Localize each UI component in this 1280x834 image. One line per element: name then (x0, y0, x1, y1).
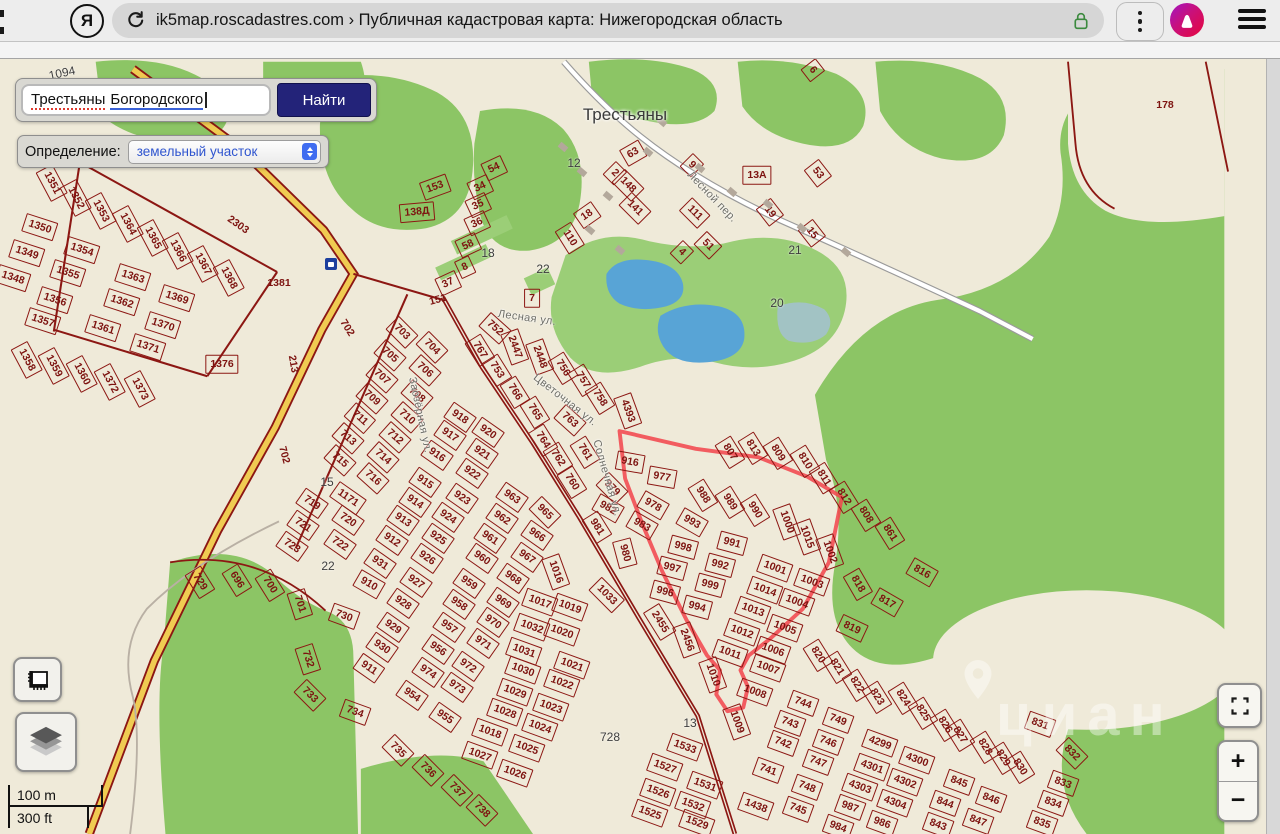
area-label: 22 (532, 260, 553, 278)
zoom-out-button[interactable]: − (1219, 782, 1257, 821)
alice-assistant-icon[interactable] (1170, 3, 1204, 37)
map-right-scroll-strip[interactable] (1266, 58, 1280, 834)
forest-area (738, 60, 866, 146)
fullscreen-icon (1230, 696, 1250, 716)
zoom-controls: + − (1217, 740, 1259, 822)
filter-panel: Определение: земельный участок (17, 135, 329, 168)
parcel-label[interactable]: 178 (1155, 99, 1175, 112)
layers-button[interactable] (15, 712, 77, 772)
scale-imperial: 300 ft (8, 807, 89, 828)
forest-area (875, 61, 1005, 161)
kebab-dot (1138, 28, 1143, 33)
object-type-select[interactable]: земельный участок (128, 140, 321, 164)
parcel-label[interactable]: 1376 (205, 355, 238, 374)
browser-menu-button[interactable] (1116, 2, 1164, 41)
measure-tool-button[interactable] (13, 657, 62, 702)
zoom-in-button[interactable]: + (1219, 742, 1257, 782)
area-label: 22 (317, 557, 338, 575)
search-query-word: Богородского (110, 91, 203, 110)
cadastral-map-canvas[interactable]: 1094135113521353136413651366136713681350… (0, 58, 1280, 834)
pond (658, 305, 745, 363)
clearing-area (933, 590, 1240, 730)
area-label: 728 (596, 728, 624, 746)
scale-metric: 100 m (8, 785, 103, 807)
yandex-logo[interactable]: Я (70, 4, 104, 38)
page-top-strip (0, 41, 1280, 59)
hamburger-menu-icon[interactable] (1238, 9, 1266, 29)
clearing-area (1068, 62, 1224, 222)
hamburger-bar (1238, 9, 1266, 13)
parcel-label[interactable]: 7 (524, 289, 540, 308)
settlement-label: Трестьяны (583, 105, 667, 125)
area-label: 21 (784, 241, 805, 259)
url-text: ik5map.roscadastres.com › Публичная када… (156, 11, 783, 30)
area-label: 18 (477, 244, 498, 262)
fullscreen-button[interactable] (1217, 683, 1262, 728)
window-edge-mark (0, 10, 4, 17)
search-query-word: Трестьяны (31, 91, 105, 110)
window-edge-mark (0, 27, 4, 34)
layers-icon (24, 722, 68, 762)
search-panel: Трестьяны Богородского Найти (15, 78, 377, 122)
hamburger-bar (1238, 25, 1266, 29)
parcel-label[interactable]: 1381 (266, 277, 291, 290)
hamburger-bar (1238, 17, 1266, 21)
kebab-dot (1138, 19, 1143, 24)
text-cursor (205, 92, 207, 108)
parcel-label[interactable]: 13А (742, 166, 771, 185)
parcel-label[interactable]: 138Д (399, 201, 435, 222)
area-label: 20 (766, 294, 787, 312)
ruler-icon (25, 668, 51, 692)
browser-toolbar: Я ik5map.roscadastres.com › Публичная ка… (0, 0, 1280, 42)
scale-bar: 100 m 300 ft (8, 785, 103, 828)
lock-icon (1072, 11, 1090, 31)
refresh-icon[interactable] (126, 11, 145, 30)
map-base-layer (0, 58, 1280, 834)
bus-stop-icon (325, 258, 337, 270)
address-bar[interactable]: ik5map.roscadastres.com › Публичная када… (112, 3, 1104, 38)
search-input[interactable]: Трестьяны Богородского (21, 84, 271, 116)
select-chevrons-icon (302, 143, 317, 160)
kebab-dot (1138, 11, 1143, 16)
filter-label: Определение: (25, 144, 121, 160)
select-value: земельный участок (137, 144, 302, 159)
search-button[interactable]: Найти (277, 83, 371, 117)
area-label: 13 (679, 714, 700, 732)
